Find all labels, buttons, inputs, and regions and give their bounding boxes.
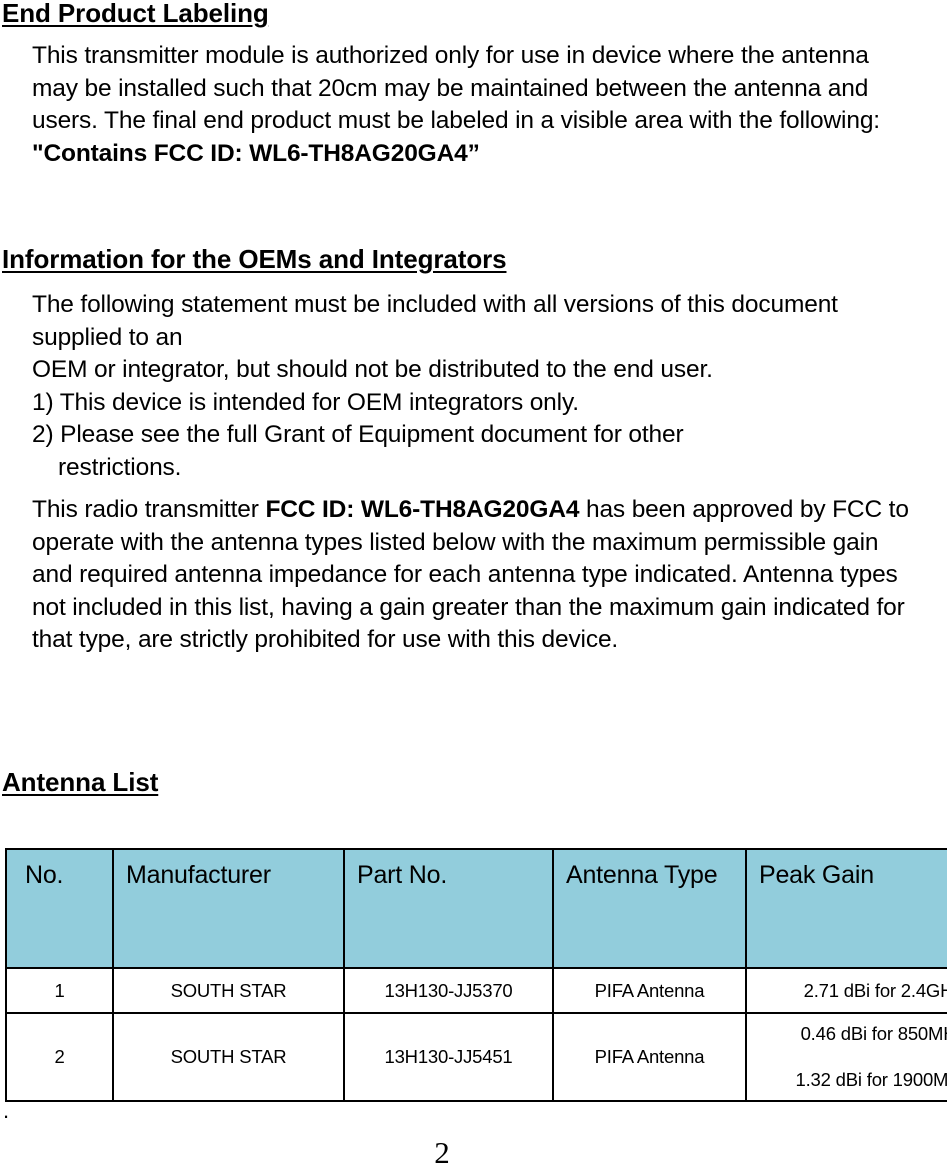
peak-gain-line: 0.46 dBi for 850MHz xyxy=(800,1023,947,1044)
table-row: 2 SOUTH STAR 13H130-JJ5451 PIFA Antenna … xyxy=(5,1012,947,1102)
radio-fcc-id-text: FCC ID: WL6-TH8AG20GA4 xyxy=(265,496,580,523)
table-header: No. Manufacturer Part No. Antenna Type P… xyxy=(5,848,947,969)
column-header-antenna-type: Antenna Type xyxy=(552,848,747,969)
paragraph-radio-transmitter: This radio transmitter FCC ID: WL6-TH8AG… xyxy=(32,494,916,657)
table-row: 1 SOUTH STAR 13H130-JJ5370 PIFA Antenna … xyxy=(5,967,947,1014)
paragraph-oem-instructions: The following statement must be included… xyxy=(32,289,916,485)
trailing-period: . xyxy=(3,1098,10,1123)
cell-manufacturer: SOUTH STAR xyxy=(112,967,345,1014)
oem-list-item-1: 1) This device is intended for OEM integ… xyxy=(32,388,579,416)
column-header-no: No. xyxy=(5,848,114,969)
oem-list-item-2: 2) Please see the full Grant of Equipmen… xyxy=(32,421,684,449)
oem-list-item-2-continued: restrictions. xyxy=(58,453,182,481)
column-header-peak-gain: Peak Gain xyxy=(745,848,947,969)
heading-end-product-labeling: End Product Labeling xyxy=(2,0,269,28)
oem-line-1: The following statement must be included… xyxy=(32,291,838,351)
column-header-manufacturer: Manufacturer xyxy=(112,848,345,969)
oem-line-2: OEM or integrator, but should not be dis… xyxy=(32,356,713,384)
table-body: 1 SOUTH STAR 13H130-JJ5370 PIFA Antenna … xyxy=(5,967,947,1102)
cell-peak-gain: 0.46 dBi for 850MHz 1.32 dBi for 1900MHz xyxy=(745,1012,947,1102)
paragraph-text: This transmitter module is authorized on… xyxy=(32,40,916,170)
heading-antenna-list: Antenna List xyxy=(2,767,159,797)
cell-antenna-type: PIFA Antenna xyxy=(552,967,747,1014)
labeling-lead-text: This transmitter module is authorized on… xyxy=(32,42,880,135)
cell-no: 1 xyxy=(5,967,114,1014)
paragraph-end-product-labeling: This transmitter module is authorized on… xyxy=(32,40,916,170)
document-page: End Product Labeling This transmitter mo… xyxy=(0,0,947,1176)
antenna-list-table: No. Manufacturer Part No. Antenna Type P… xyxy=(5,848,947,1102)
cell-no: 2 xyxy=(5,1012,114,1102)
paragraph-text: This radio transmitter FCC ID: WL6-TH8AG… xyxy=(32,494,916,657)
cell-part-no: 13H130-JJ5370 xyxy=(343,967,554,1014)
heading-oem-information: Information for the OEMs and Integrators xyxy=(2,244,507,274)
peak-gain-line: 2.71 dBi for 2.4GHz xyxy=(803,979,947,1001)
cell-peak-gain: 2.71 dBi for 2.4GHz xyxy=(745,967,947,1014)
peak-gain-line: 1.32 dBi for 1900MHz xyxy=(795,1069,947,1090)
page-number: 2 xyxy=(434,1135,450,1170)
table-header-row: No. Manufacturer Part No. Antenna Type P… xyxy=(5,848,947,969)
radio-lead-text: This radio transmitter xyxy=(32,496,266,523)
cell-manufacturer: SOUTH STAR xyxy=(112,1012,345,1102)
column-header-part-no: Part No. xyxy=(343,848,554,969)
labeling-fcc-id-text: "Contains FCC ID: WL6-TH8AG20GA4” xyxy=(32,139,480,167)
cell-antenna-type: PIFA Antenna xyxy=(552,1012,747,1102)
cell-part-no: 13H130-JJ5451 xyxy=(343,1012,554,1102)
